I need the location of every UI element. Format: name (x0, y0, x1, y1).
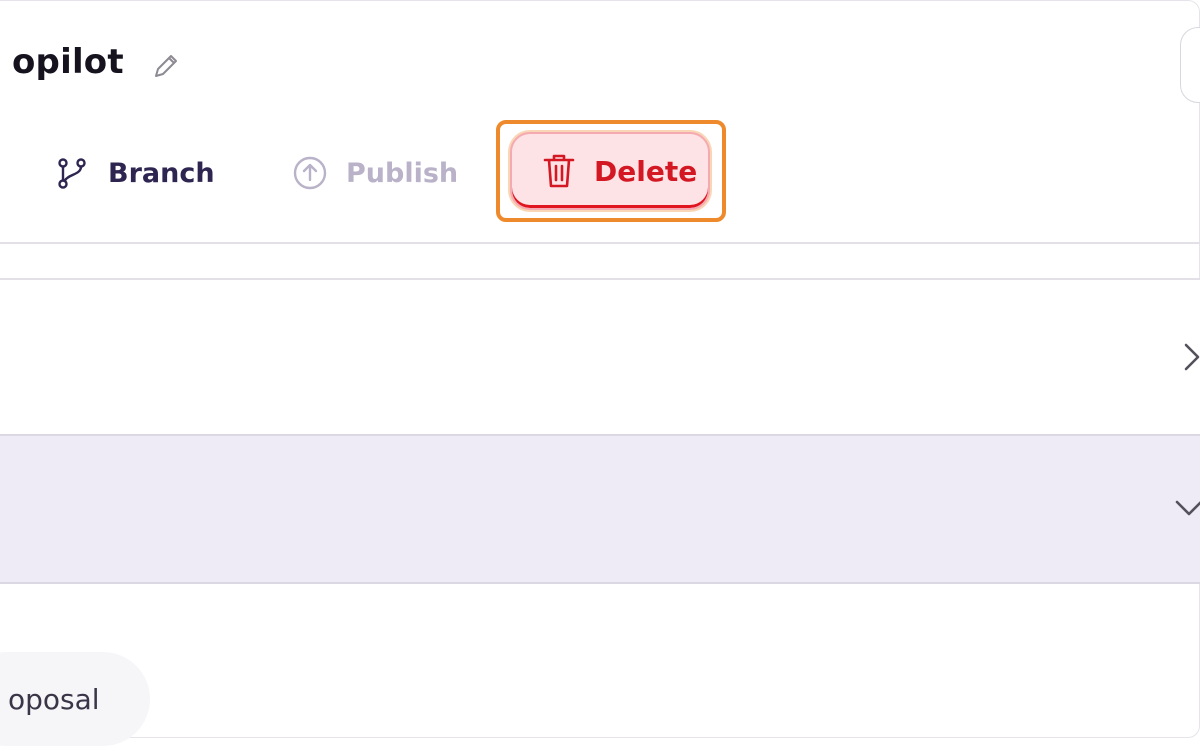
divider (0, 242, 1200, 244)
pencil-icon[interactable] (150, 50, 182, 82)
copy-button[interactable] (1180, 27, 1200, 103)
proposal-chip[interactable]: oposal (0, 652, 150, 746)
delete-button[interactable]: Delete (510, 132, 710, 210)
publish-label: Publish (346, 157, 459, 189)
chevron-right-icon (1184, 343, 1200, 371)
git-branch-icon (58, 158, 86, 189)
chip-label: oposal (8, 682, 100, 716)
collapsed-section-row[interactable] (0, 280, 1200, 434)
publish-button[interactable]: Publish (292, 144, 458, 202)
expanded-section-row[interactable] (0, 434, 1200, 584)
upload-circle-icon (293, 156, 327, 190)
branch-button[interactable]: Branch (54, 144, 215, 202)
delete-label: Delete (594, 154, 698, 188)
page-title: opilot (12, 42, 124, 82)
trash-icon (543, 154, 575, 188)
branch-label: Branch (108, 157, 215, 189)
chevron-down-icon (1175, 500, 1200, 516)
